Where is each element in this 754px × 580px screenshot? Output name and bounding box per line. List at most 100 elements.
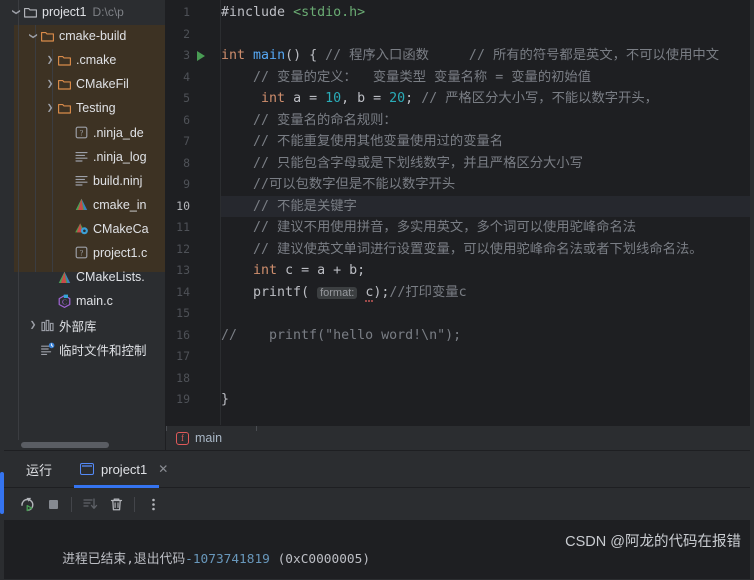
code-line[interactable]: // 不能是关键字 (221, 196, 357, 218)
code-editor[interactable]: 1 2 3 4 5 6 7 8 9 10 11 12 13 14 15 16 17 18 19 #include <… (166, 0, 754, 425)
svg-text:C: C (62, 297, 67, 306)
tree-item-CMakeLists.[interactable]: CMakeLists. (4, 265, 165, 289)
folder-orange-icon (57, 79, 71, 90)
tree-item-build.ninj[interactable]: build.ninj (4, 169, 165, 193)
text-file-icon (74, 176, 88, 186)
console-output[interactable]: 进程已结束,退出代码-1073741819 (0xC0000005) CSDN … (4, 521, 754, 579)
code-text-area[interactable]: #include <stdio.h> int main() { // 程序入口函数… (221, 0, 754, 425)
tree-item-main.c[interactable]: Cmain.c (4, 289, 165, 313)
run-gutter-icon[interactable] (197, 50, 205, 61)
line-number: 5 (183, 91, 190, 105)
svg-text:?: ? (79, 129, 83, 138)
tree-item-label: CMakeFil (76, 77, 129, 92)
console-exit-code: -1073741819 (185, 552, 270, 567)
line-number: 16 (176, 327, 190, 342)
code-line[interactable]: // 只能包含字母或是下划线数字，并且严格区分大小写 (221, 153, 583, 175)
console-exit-prefix: 进程已结束,退出代码 (62, 552, 186, 567)
tree-item-.cmake[interactable]: ❯ .cmake (4, 48, 165, 72)
cmake-cache-icon (73, 221, 89, 237)
c-file-icon: C (56, 293, 72, 309)
rerun-icon (20, 497, 33, 511)
tree-item-cmake_in[interactable]: cmake_in (4, 193, 165, 217)
scroll-to-end-button[interactable] (77, 491, 103, 517)
clear-all-button[interactable] (103, 491, 129, 517)
cmake-file-icon (75, 199, 87, 211)
folder-orange-icon (56, 100, 72, 116)
chevron-right-icon[interactable]: ❯ (27, 321, 39, 329)
more-options-button[interactable] (140, 491, 166, 517)
tree-item-label: project1.c (93, 245, 148, 260)
ide-window: ❯ project1 D:\c\p ❯ cmake-build ❯ .cmake ❯ CMake… (0, 0, 754, 580)
code-line[interactable]: int a = 10, b = 20; // 严格区分大小写，不能以数字开头， (221, 88, 658, 110)
tree-item-.ninja_de[interactable]: ? .ninja_de (4, 120, 165, 144)
tree-item-label: build.ninj (93, 173, 143, 188)
tree-item-label: cmake-build (59, 29, 127, 44)
tree-item-project1.c[interactable]: ? project1.c (4, 241, 165, 265)
library-icon (40, 319, 54, 331)
chevron-down-icon[interactable]: ❯ (12, 6, 21, 18)
code-line[interactable]: // 建议使英文单词进行设置变量，可以使用驼峰命名法或者下划线命名法。 (221, 239, 703, 261)
tree-item-label: Testing (76, 101, 116, 116)
tree-item-cmake-build[interactable]: ❯ cmake-build (4, 24, 165, 48)
run-window-title: 运行 (26, 462, 53, 478)
code-line[interactable]: int main() { // 程序入口函数 // 所有的符号都是英文，不可以使… (221, 45, 719, 67)
svg-text:?: ? (79, 249, 83, 258)
code-line[interactable]: printf( format: c);//打印变量c (221, 282, 467, 304)
text-file-icon (74, 152, 88, 162)
code-line[interactable]: //可以包数字但是不能以数字开头 (221, 174, 455, 196)
line-number: 13 (176, 263, 190, 277)
stop-button[interactable] (40, 491, 66, 517)
chevron-right-icon[interactable]: ❯ (44, 56, 56, 64)
folder-orange-icon (39, 28, 55, 44)
project-tree-panel[interactable]: ❯ project1 D:\c\p ❯ cmake-build ❯ .cmake ❯ CMake… (4, 0, 165, 440)
run-tab-label: project1 (101, 461, 148, 477)
tree-item-label: .cmake (76, 53, 117, 68)
code-line[interactable]: #include <stdio.h> (221, 2, 365, 24)
code-line[interactable]: // printf("hello word!\n"); (221, 325, 461, 347)
line-number-gutter[interactable]: 1 2 3 4 5 6 7 8 9 10 11 12 13 14 15 16 17 18 19 (166, 0, 220, 425)
line-number: 7 (183, 134, 190, 148)
folder-orange-icon (57, 55, 71, 66)
code-line[interactable]: // 建议不用使用拼音，多实用英文，多个词可以使用驼峰命名法 (221, 217, 636, 239)
scrollbar-thumb[interactable] (21, 442, 109, 448)
toolbar-separator (71, 496, 72, 512)
breadcrumb[interactable]: f main (166, 425, 754, 450)
tree-item-label: project1 (42, 5, 87, 20)
line-number: 18 (176, 370, 190, 385)
line-number: 12 (176, 241, 190, 256)
chevron-right-icon[interactable]: ❯ (44, 80, 56, 88)
line-number: 19 (176, 392, 190, 406)
trash-icon (110, 497, 122, 510)
code-line[interactable]: } (221, 389, 229, 411)
folder-icon (23, 7, 37, 18)
close-icon[interactable]: ✕ (158, 462, 168, 476)
tree-item-[interactable]: ❯ 外部库 (4, 313, 165, 337)
tree-item-[interactable]: 临时文件和控制 (4, 337, 165, 361)
tree-horizontal-scrollbar[interactable] (4, 440, 165, 450)
tree-item-label: main.c (76, 294, 113, 309)
tree-item-CMakeFil[interactable]: ❯ CMakeFil (4, 72, 165, 96)
line-number: 10 (176, 198, 190, 213)
tree-item-CMakeCa[interactable]: CMakeCa (4, 217, 165, 241)
unknown-file-icon: ? (73, 245, 89, 261)
code-line[interactable]: // 不能重复使用其他变量使用过的变量名 (221, 131, 503, 153)
tree-item-project1[interactable]: ❯ project1 D:\c\p (4, 0, 165, 24)
tree-item-label: .ninja_log (93, 149, 147, 164)
rerun-button[interactable] (14, 491, 40, 517)
chevron-down-icon[interactable]: ❯ (29, 30, 38, 42)
stop-icon (48, 499, 58, 509)
tree-item-label: cmake_in (93, 197, 147, 212)
line-number: 14 (176, 284, 190, 299)
chevron-right-icon[interactable]: ❯ (44, 104, 56, 112)
scratches-icon (40, 342, 54, 355)
code-line[interactable]: int c = a + b; (221, 260, 365, 282)
code-line[interactable]: // 变量的定义： 变量类型 变量名称 = 变量的初始值 (221, 67, 591, 89)
run-tab-project1[interactable]: project1 ✕ (74, 451, 168, 488)
tree-item-.ninja_log[interactable]: .ninja_log (4, 145, 165, 169)
code-line[interactable]: // 变量名的命名规则： (221, 110, 397, 132)
breadcrumb-label[interactable]: main (195, 431, 222, 445)
tree-item-Testing[interactable]: ❯ Testing (4, 96, 165, 120)
cmake-file-icon (56, 269, 72, 285)
text-file-icon (73, 173, 89, 189)
folder-orange-icon (56, 76, 72, 92)
